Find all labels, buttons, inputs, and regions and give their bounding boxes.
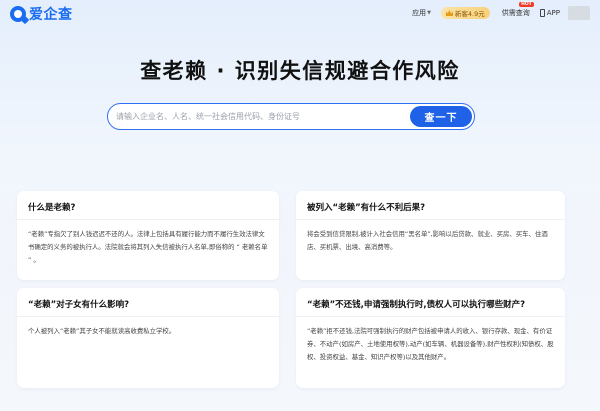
- card-body: “老赖”拒不还钱,法院可强制执行的财产包括被申请人的收入、银行存款、现金、有价证…: [307, 327, 554, 361]
- vip-offer-label: 新客4.9元: [454, 10, 485, 18]
- hot-badge: HOT: [519, 2, 534, 7]
- faq-card-children-impact: “老赖”对子女有什么影响? 个人被列入“老赖”其子女不能就读高收费私立学校。: [17, 288, 279, 388]
- card-body: 个人被列入“老赖”其子女不能就读高收费私立学校。: [28, 327, 176, 335]
- card-title: “老赖”对子女有什么影响?: [28, 300, 130, 310]
- supply-demand-label: 供需查询: [501, 9, 530, 17]
- user-avatar[interactable]: [568, 6, 590, 20]
- top-header: 爱企查 应用 ▼ 新客4.9元 供需查询 HOT APP: [0, 0, 600, 28]
- vip-offer-button[interactable]: 新客4.9元: [440, 7, 490, 19]
- faq-card-enforceable-property: “老赖”不还钱,申请强制执行时,债权人可以执行哪些财产? “老赖”拒不还钱,法院…: [296, 288, 565, 388]
- phone-icon: [539, 9, 545, 17]
- chevron-down-icon: ▼: [427, 10, 431, 16]
- card-body: “老赖”专指欠了别人钱迟迟不还的人。法律上包括具有履行能力而不履行生效法律文书确…: [28, 230, 268, 264]
- card-divider: [296, 316, 565, 317]
- faq-card-what-is-laolai: 什么是老赖? “老赖”专指欠了别人钱迟迟不还的人。法律上包括具有履行能力而不履行…: [17, 191, 279, 280]
- search-input[interactable]: [116, 104, 406, 129]
- faq-card-consequences: 被列入“老赖”有什么不利后果? 将会受到信贷限制,被计入社会信用“黑名单”,影响…: [296, 191, 565, 280]
- logo[interactable]: 爱企查: [10, 4, 73, 25]
- card-title: 被列入“老赖”有什么不利后果?: [307, 203, 426, 213]
- card-title: 什么是老赖?: [28, 203, 76, 213]
- card-body: 将会受到信贷限制,被计入社会信用“黑名单”,影响以后贷款、就业、买房、买车、住酒…: [307, 230, 548, 251]
- page-title: 查老赖 · 识别失信规避合作风险: [140, 59, 460, 83]
- apps-menu[interactable]: 应用 ▼: [412, 8, 431, 18]
- card-title: “老赖”不还钱,申请强制执行时,债权人可以执行哪些财产?: [307, 300, 526, 310]
- card-divider: [296, 219, 565, 220]
- crown-icon: [445, 10, 453, 16]
- search-button[interactable]: 查一下: [410, 106, 472, 127]
- logo-icon: [10, 6, 30, 25]
- logo-text: 爱企查: [29, 7, 73, 23]
- search-bar: 查一下: [107, 103, 475, 130]
- supply-demand-link[interactable]: 供需查询 HOT: [501, 2, 534, 18]
- apps-menu-label: 应用: [412, 9, 427, 17]
- card-divider: [17, 316, 279, 317]
- app-download-link[interactable]: APP: [539, 9, 560, 17]
- top-nav: 应用 ▼ 新客4.9元 供需查询 HOT APP: [412, 2, 560, 19]
- card-divider: [17, 219, 279, 220]
- app-download-label: APP: [546, 9, 560, 17]
